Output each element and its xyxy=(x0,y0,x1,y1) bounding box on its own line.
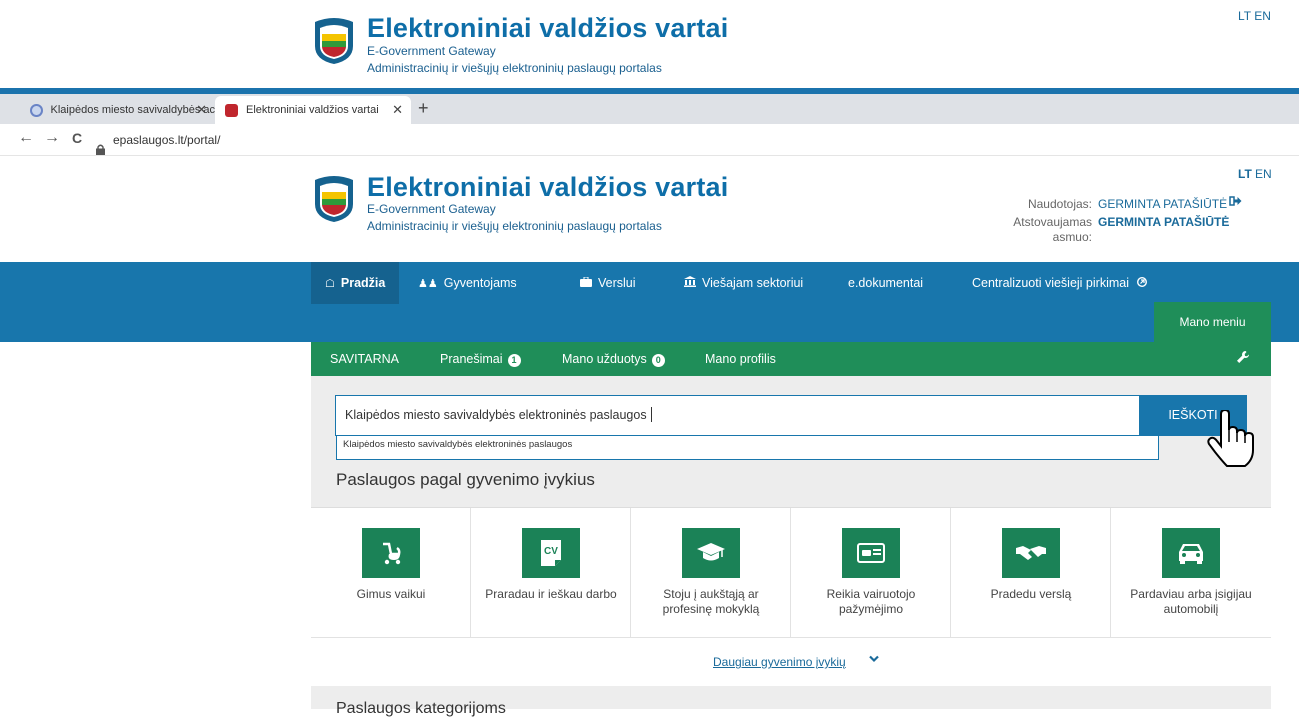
graduation-cap-icon xyxy=(682,528,740,578)
home-icon: ☖ xyxy=(325,278,335,290)
life-event-car[interactable]: Pardaviau arba įsigijau automobilį xyxy=(1111,508,1271,638)
car-icon xyxy=(1162,528,1220,578)
language-switch[interactable]: LT EN xyxy=(1238,9,1271,23)
portal-coat-of-arms-logo-icon[interactable] xyxy=(311,172,357,222)
nav-public-sector[interactable]: Viešajam sektoriui xyxy=(670,262,817,304)
site-subtitle-portal: Administracinių ir viešųjų elektroninių … xyxy=(367,61,662,75)
nav-residents[interactable]: ♟♟ Gyventojams xyxy=(404,262,531,304)
life-events-title: Paslaugos pagal gyvenimo įvykius xyxy=(336,470,595,489)
url-field[interactable]: epaslaugos.lt/portal/ xyxy=(96,124,220,156)
search-suggestion-item[interactable]: Klaipėdos miesto savivaldybės elektronin… xyxy=(336,436,1159,460)
cv-icon: CV xyxy=(522,528,580,578)
users-icon: ♟♟ xyxy=(418,278,438,290)
new-tab-button[interactable]: + xyxy=(418,98,429,119)
wrench-settings-icon[interactable] xyxy=(1236,350,1250,367)
reload-icon[interactable]: C xyxy=(72,130,82,146)
hand-pointer-cursor-icon xyxy=(1207,408,1255,468)
search-input[interactable]: Klaipėdos miesto savivaldybės elektronin… xyxy=(335,395,1140,436)
driver-license-icon xyxy=(842,528,900,578)
represented-label-line2: asmuo: xyxy=(1052,230,1092,244)
browser-tab-evartai[interactable]: Elektroniniai valdžios vartai ✕ xyxy=(215,96,411,124)
external-link-icon xyxy=(1137,263,1148,305)
represented-person-name[interactable]: GERMINTA PATAŠIŪTĖ xyxy=(1098,215,1229,229)
nav-business[interactable]: Verslui xyxy=(566,262,650,304)
coat-of-arms-logo-icon[interactable] xyxy=(311,14,357,64)
life-events-grid: Gimus vaikui CV Praradau ir ieškau darbo… xyxy=(311,507,1271,638)
browser-tab-label: Klaipėdos miesto savivaldybės ac xyxy=(50,104,215,116)
lock-icon xyxy=(96,135,105,155)
nav-home[interactable]: ☖ Pradžia xyxy=(311,262,400,304)
browser-tab-label: Elektroniniai valdžios vartai xyxy=(246,104,379,116)
user-label: Naudotojas: xyxy=(1027,197,1092,211)
subnav-notifications[interactable]: Pranešimai 1 xyxy=(440,342,521,376)
briefcase-icon xyxy=(580,263,592,305)
my-menu-tab[interactable]: Mano meniu xyxy=(1154,302,1271,342)
top-header: Elektroniniai valdžios vartai E-Governme… xyxy=(0,0,1299,90)
more-life-events-link[interactable]: Daugiau gyvenimo įvykių xyxy=(713,655,846,669)
portal-subtitle-portal: Administracinių ir viešųjų elektroninių … xyxy=(367,219,662,233)
life-event-driver-license[interactable]: Reikia vairuotojo pažymėjimo xyxy=(791,508,951,638)
nav-central-procurement[interactable]: Centralizuoti viešieji pirkimai xyxy=(958,262,1161,304)
lang-en-link[interactable]: EN xyxy=(1255,167,1272,181)
svg-text:CV: CV xyxy=(544,546,558,557)
life-event-job-search[interactable]: CV Praradau ir ieškau darbo xyxy=(471,508,631,638)
site-title[interactable]: Elektroniniai valdžios vartai xyxy=(367,13,728,44)
notifications-count-badge: 1 xyxy=(507,354,521,367)
represented-label-line1: Atstovaujamas xyxy=(1013,215,1092,229)
text-caret xyxy=(650,407,652,422)
life-event-start-business[interactable]: Pradedu verslą xyxy=(951,508,1111,638)
subnav-my-profile[interactable]: Mano profilis xyxy=(705,342,776,376)
tab-close-icon[interactable]: ✕ xyxy=(196,102,207,118)
subnav-self-service[interactable]: SAVITARNA xyxy=(330,342,399,376)
portal-subtitle-english: E-Government Gateway xyxy=(367,202,496,216)
nav-e-documents[interactable]: e.dokumentai xyxy=(834,262,937,304)
portal-site-title[interactable]: Elektroniniai valdžios vartai xyxy=(367,172,728,203)
url-text: epaslaugos.lt/portal/ xyxy=(113,133,221,147)
chevron-down-icon[interactable] xyxy=(869,655,879,666)
handshake-icon xyxy=(1002,528,1060,578)
klaipeda-favicon-icon xyxy=(30,103,43,117)
subnav-my-tasks[interactable]: Mano užduotys 0 xyxy=(562,342,665,376)
user-name[interactable]: GERMINTA PATAŠIŪTĖ xyxy=(1098,197,1227,211)
site-subtitle-english: E-Government Gateway xyxy=(367,44,496,58)
lang-lt-link[interactable]: LT xyxy=(1238,167,1252,181)
logout-icon[interactable] xyxy=(1229,195,1242,210)
tab-close-icon[interactable]: ✕ xyxy=(392,102,403,118)
evartai-favicon-icon xyxy=(225,103,238,117)
browser-tab-klaipeda[interactable]: Klaipėdos miesto savivaldybės ac ✕ xyxy=(20,96,215,124)
back-arrow-icon[interactable]: ← xyxy=(18,129,34,147)
life-event-birth[interactable]: Gimus vaikui xyxy=(311,508,471,638)
service-categories-title: Paslaugos kategorijoms xyxy=(336,700,506,717)
institution-icon xyxy=(684,263,696,305)
life-event-higher-education[interactable]: Stoju į aukštąją ar profesinę mokyklą xyxy=(631,508,791,638)
forward-arrow-icon[interactable]: → xyxy=(44,129,60,147)
tasks-count-badge: 0 xyxy=(651,354,665,367)
stroller-icon xyxy=(362,528,420,578)
